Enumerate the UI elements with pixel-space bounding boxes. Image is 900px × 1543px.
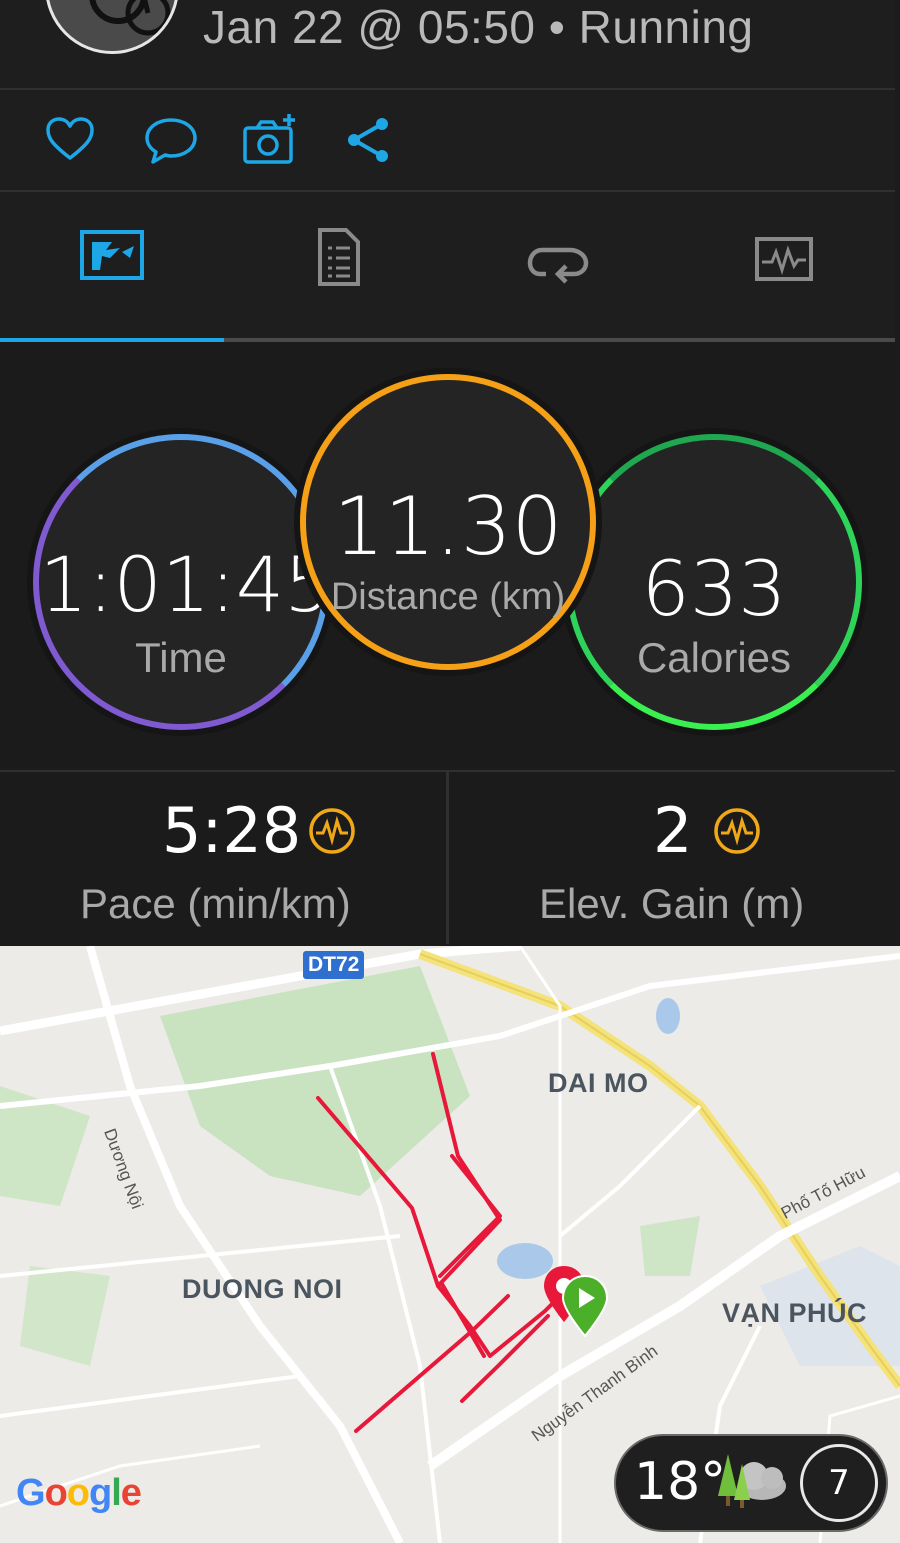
weather-widget[interactable]: 18° 7 — [614, 1434, 888, 1532]
temperature-value: 18° — [634, 1452, 727, 1512]
cloud-tree-icon — [718, 1454, 786, 1508]
comment-icon — [145, 118, 197, 164]
distance-ring: 11.30 Distance (km) — [300, 374, 596, 670]
time-value: 1:01:45 — [39, 540, 333, 629]
action-bar — [0, 90, 895, 192]
metrics-divider — [446, 770, 449, 944]
share-button[interactable] — [342, 112, 398, 168]
add-photo-icon — [243, 114, 295, 164]
distance-label: Distance (km) — [330, 576, 566, 618]
overview-icon — [80, 230, 144, 280]
tab-details[interactable] — [224, 192, 448, 332]
wind-speed-indicator: 7 — [800, 1444, 878, 1522]
elevation-label: Elev. Gain (m) — [539, 880, 805, 927]
summary-rings: 1:01:45 Time 633 Calories 11.30 Distance… — [0, 342, 895, 768]
road-shield-dt72: DT72 — [303, 951, 365, 979]
tab-laps[interactable] — [448, 192, 672, 332]
calories-value: 633 — [641, 544, 787, 633]
heart-icon — [46, 117, 94, 160]
gauge-icon — [309, 808, 355, 854]
pace-metric[interactable]: 5:28 Pace (min/km) — [0, 772, 446, 946]
tab-charts[interactable] — [672, 192, 896, 332]
time-label: Time — [135, 634, 227, 681]
area-label-van-phuc: VẠN PHÚC — [722, 1298, 868, 1328]
avatar[interactable] — [45, 0, 179, 54]
elevation-metric[interactable]: 2 Elev. Gain (m) — [449, 772, 895, 946]
activity-subtitle: Jan 22 @ 05:50 • Running — [203, 1, 754, 53]
calories-ring: 633 Calories — [566, 434, 862, 730]
pace-value: 5:28 — [162, 794, 302, 867]
elevation-value: 2 — [653, 794, 693, 867]
gauge-icon — [714, 808, 760, 854]
share-icon — [348, 118, 388, 162]
document-list-icon — [318, 228, 360, 286]
time-ring: 1:01:45 Time — [33, 434, 332, 730]
google-attribution-logo: Google — [16, 1472, 142, 1514]
tab-bar — [0, 192, 895, 342]
like-button[interactable] — [42, 112, 98, 168]
distance-value: 11.30 — [333, 480, 563, 573]
calories-label: Calories — [636, 634, 792, 681]
chart-monitor-icon — [755, 237, 813, 281]
area-label-dai-mo: DAI MO — [548, 1068, 649, 1098]
area-label-duong-noi: DUONG NOI — [182, 1274, 343, 1304]
laps-loop-icon — [527, 247, 589, 284]
activity-header: Jan 22 @ 05:50 • Running — [0, 0, 895, 90]
comment-button[interactable] — [143, 112, 199, 168]
start-marker-icon — [561, 1274, 609, 1338]
route-map[interactable]: DT72 DAI MO DUONG NOI VẠN PHÚC Dương Nội… — [0, 946, 900, 1543]
pace-label: Pace (min/km) — [80, 880, 351, 927]
tab-overview[interactable] — [0, 192, 224, 332]
add-photo-button[interactable] — [242, 112, 298, 168]
